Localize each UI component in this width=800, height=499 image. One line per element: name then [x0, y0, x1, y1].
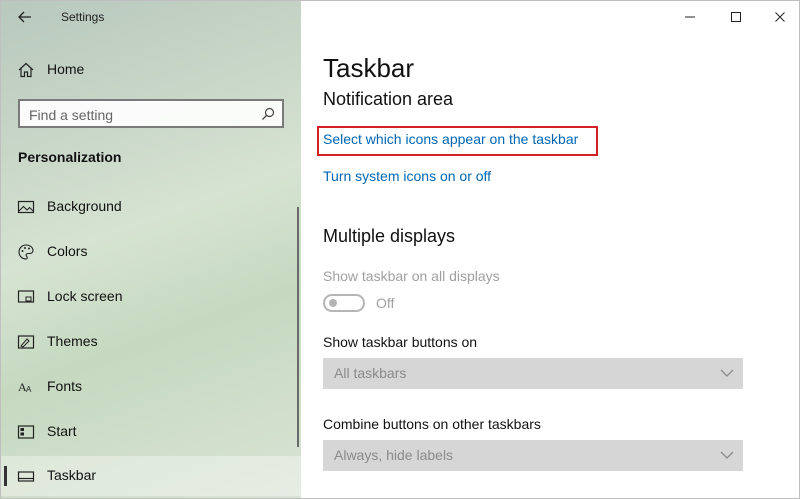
- sidebar-item-lock-screen[interactable]: Lock screen: [1, 277, 301, 317]
- main-content: Taskbar Notification area Select which i…: [302, 1, 799, 498]
- buttons-on-dropdown[interactable]: All taskbars: [323, 358, 743, 389]
- combine-buttons-dropdown[interactable]: Always, hide labels: [323, 440, 743, 471]
- combine-buttons-label: Combine buttons on other taskbars: [323, 416, 541, 432]
- sidebar-item-colors[interactable]: Colors: [1, 232, 301, 272]
- search-placeholder: Find a setting: [29, 107, 114, 123]
- title-bar-left: Settings: [1, 1, 301, 35]
- themes-brush-icon: [17, 335, 35, 349]
- lock-screen-icon: [17, 290, 35, 303]
- app-title: Settings: [61, 10, 105, 24]
- chevron-down-icon: [720, 451, 734, 459]
- sidebar-item-label: Themes: [47, 333, 98, 349]
- nav-home[interactable]: Home: [1, 50, 301, 90]
- section-title: Personalization: [18, 149, 122, 165]
- search-icon: [262, 107, 275, 120]
- palette-icon: [18, 244, 34, 260]
- back-button[interactable]: [13, 7, 37, 27]
- sidebar-item-taskbar[interactable]: Taskbar: [1, 456, 301, 496]
- close-icon: [775, 12, 785, 22]
- chevron-down-icon: [720, 369, 734, 377]
- toggle-knob: [329, 299, 337, 307]
- background-picture-icon: [17, 200, 35, 214]
- show-on-all-displays-toggle[interactable]: [323, 294, 365, 312]
- toggle-state-label: Off: [376, 295, 395, 311]
- start-menu-icon: [17, 425, 35, 439]
- sidebar-item-label: Colors: [47, 243, 88, 259]
- maximize-button[interactable]: [713, 1, 759, 33]
- sidebar-item-start[interactable]: Start: [1, 412, 301, 452]
- dropdown-value: Always, hide labels: [334, 447, 454, 463]
- show-on-all-displays-label: Show taskbar on all displays: [323, 268, 500, 284]
- sidebar-item-fonts[interactable]: A A Fonts: [1, 367, 301, 407]
- sidebar-item-label: Background: [47, 198, 122, 214]
- home-icon: [18, 62, 34, 78]
- page-title: Taskbar: [323, 53, 415, 83]
- taskbar-icon: [17, 471, 35, 482]
- sidebar-item-label: Taskbar: [47, 467, 97, 483]
- svg-text:A: A: [26, 385, 32, 394]
- sidebar-item-label: Fonts: [47, 378, 83, 394]
- select-icons-link[interactable]: Select which icons appear on the taskbar: [323, 131, 578, 147]
- sidebar-item-themes[interactable]: Themes: [1, 322, 301, 362]
- nav-home-label: Home: [47, 61, 85, 77]
- maximize-icon: [731, 12, 741, 22]
- sidebar-item-label: Lock screen: [47, 288, 123, 304]
- search-input[interactable]: Find a setting: [18, 99, 284, 128]
- sidebar-item-background[interactable]: Background: [1, 187, 301, 227]
- sidebar: Settings Home Find a setting Personaliza…: [1, 1, 301, 498]
- system-icons-link[interactable]: Turn system icons on or off: [323, 168, 491, 184]
- fonts-icon: A A: [18, 380, 32, 394]
- settings-window: Settings Home Find a setting Personaliza…: [0, 0, 800, 499]
- close-button[interactable]: [757, 1, 799, 33]
- dropdown-value: All taskbars: [334, 365, 407, 381]
- multiple-displays-heading: Multiple displays: [323, 226, 456, 246]
- back-arrow-icon: [18, 11, 31, 23]
- sidebar-scrollbar[interactable]: [297, 207, 299, 447]
- minimize-button[interactable]: [667, 1, 713, 33]
- buttons-on-label: Show taskbar buttons on: [323, 334, 478, 350]
- selection-indicator: [4, 466, 7, 486]
- sidebar-item-label: Start: [47, 423, 77, 439]
- minimize-icon: [685, 16, 695, 18]
- notification-area-heading: Notification area: [323, 89, 454, 109]
